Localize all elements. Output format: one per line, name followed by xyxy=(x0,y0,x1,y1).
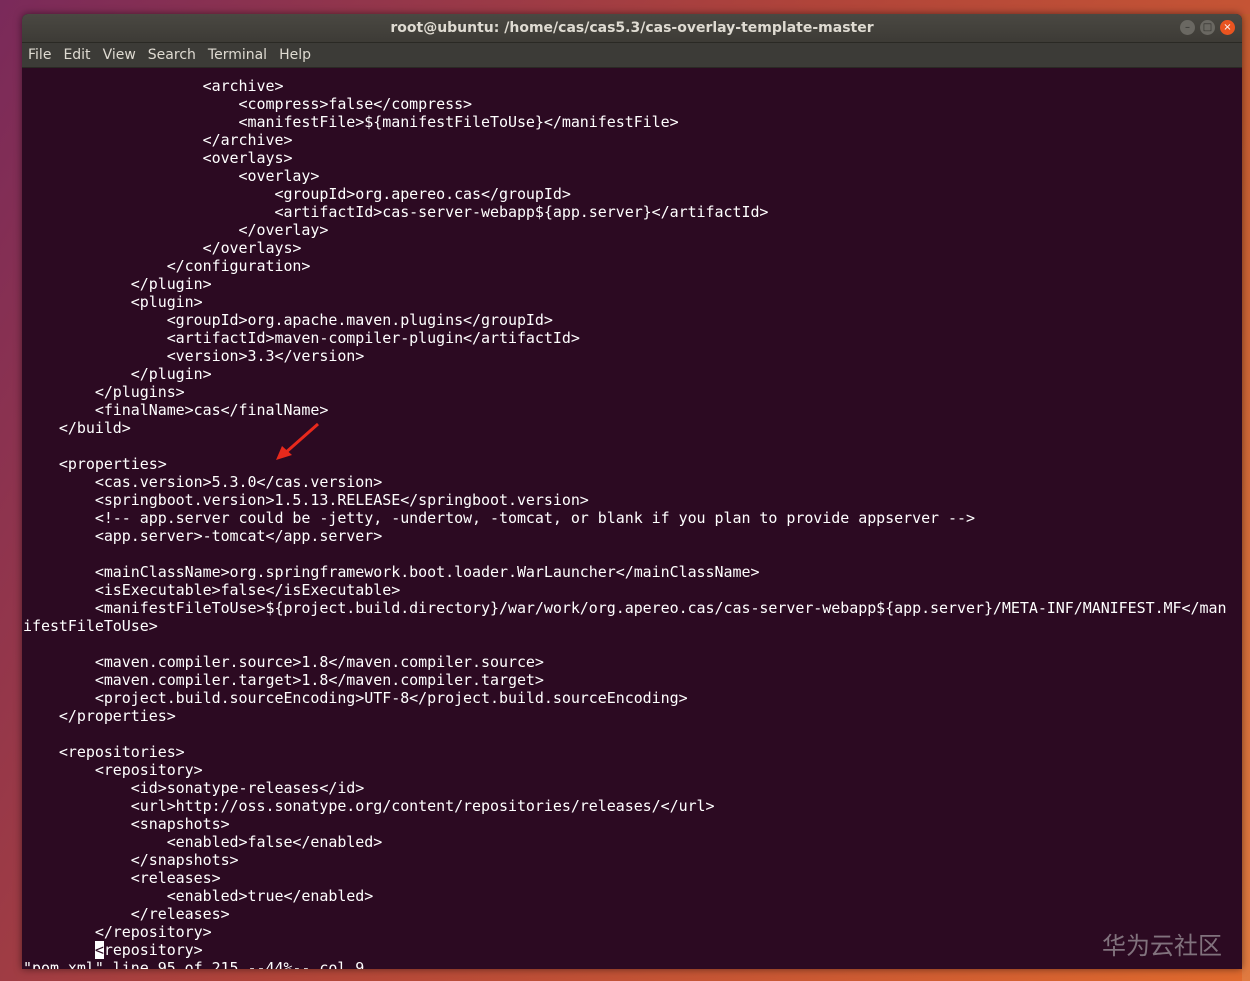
title-bar[interactable]: root@ubuntu: /home/cas/cas5.3/cas-overla… xyxy=(22,14,1242,43)
terminal-line: </snapshots> xyxy=(23,851,239,869)
terminal-line: <maven.compiler.source>1.8</maven.compil… xyxy=(23,653,544,671)
menu-help[interactable]: Help xyxy=(273,43,317,67)
red-arrow-annotation xyxy=(276,422,319,460)
terminal-line: </configuration> xyxy=(23,257,311,275)
terminal-line: <manifestFileToUse>${project.build.direc… xyxy=(23,599,1227,617)
menu-terminal[interactable]: Terminal xyxy=(202,43,273,67)
terminal-line: <!-- app.server could be -jetty, -undert… xyxy=(23,509,975,527)
menu-file[interactable]: File xyxy=(22,43,57,67)
terminal-line: <springboot.version>1.5.13.RELEASE</spri… xyxy=(23,491,589,509)
terminal-line: </plugins> xyxy=(23,383,185,401)
terminal-line: <groupId>org.apache.maven.plugins</group… xyxy=(23,311,553,329)
close-button[interactable]: × xyxy=(1220,20,1235,35)
maximize-button[interactable]: □ xyxy=(1200,20,1215,35)
terminal-line: ifestFileToUse> xyxy=(23,617,158,635)
menu-view[interactable]: View xyxy=(97,43,142,67)
window-title: root@ubuntu: /home/cas/cas5.3/cas-overla… xyxy=(390,20,874,36)
terminal-line: </releases> xyxy=(23,905,230,923)
vim-status-line: "pom.xml" line 95 of 215 --44%-- col 9 xyxy=(23,959,365,969)
terminal-line: <manifestFile>${manifestFileToUse}</mani… xyxy=(23,113,679,131)
terminal-line: <groupId>org.apereo.cas</groupId> xyxy=(23,185,571,203)
terminal-line: </archive> xyxy=(23,131,293,149)
terminal-line: <snapshots> xyxy=(23,815,230,833)
terminal-line: <app.server>-tomcat</app.server> xyxy=(23,527,383,545)
terminal-text-area[interactable]: <archive> <compress>false</compress> <ma… xyxy=(22,69,1242,969)
terminal-line: <mainClassName>org.springframework.boot.… xyxy=(23,563,760,581)
terminal-line: <releases> xyxy=(23,869,221,887)
watermark-text: 华为云社区 xyxy=(1102,932,1222,960)
cursor-line-indent xyxy=(23,941,95,959)
menu-edit[interactable]: Edit xyxy=(57,43,96,67)
terminal-line: <plugin> xyxy=(23,293,203,311)
terminal-line: <overlay> xyxy=(23,167,320,185)
terminal-line: <repositories> xyxy=(23,743,185,761)
terminal-cursor-line: <repository> xyxy=(23,941,203,959)
terminal-line: <url>http://oss.sonatype.org/content/rep… xyxy=(23,797,715,815)
terminal-line: </plugin> xyxy=(23,275,212,293)
terminal-line: <project.build.sourceEncoding>UTF-8</pro… xyxy=(23,689,688,707)
terminal-line: <compress>false</compress> xyxy=(23,95,473,113)
terminal-line: <properties> xyxy=(23,455,167,473)
terminal-line: </plugin> xyxy=(23,365,212,383)
terminal-line: <artifactId>maven-compiler-plugin</artif… xyxy=(23,329,580,347)
terminal-line: <cas.version>5.3.0</cas.version> xyxy=(23,473,383,491)
terminal-line: </overlays> xyxy=(23,239,302,257)
terminal-line: </overlay> xyxy=(23,221,329,239)
terminal-line: <enabled>false</enabled> xyxy=(23,833,383,851)
terminal-line: <enabled>true</enabled> xyxy=(23,887,374,905)
terminal-line: </build> xyxy=(23,419,131,437)
terminal-line: <finalName>cas</finalName> xyxy=(23,401,329,419)
menu-search[interactable]: Search xyxy=(142,43,202,67)
minimize-button[interactable]: – xyxy=(1180,20,1195,35)
terminal-line: <maven.compiler.target>1.8</maven.compil… xyxy=(23,671,544,689)
terminal-window: root@ubuntu: /home/cas/cas5.3/cas-overla… xyxy=(22,14,1242,969)
terminal-line: </properties> xyxy=(23,707,176,725)
terminal-line: </repository> xyxy=(23,923,212,941)
terminal-line: <id>sonatype-releases</id> xyxy=(23,779,365,797)
desktop-background-edge xyxy=(1242,14,1250,981)
terminal-line: <version>3.3</version> xyxy=(23,347,365,365)
menu-bar: File Edit View Search Terminal Help xyxy=(22,43,1242,68)
terminal-line: <archive> xyxy=(23,77,284,95)
terminal-line: <repository> xyxy=(23,761,203,779)
terminal-line: <artifactId>cas-server-webapp${app.serve… xyxy=(23,203,769,221)
text-cursor: < xyxy=(94,941,104,959)
cursor-line-text: repository> xyxy=(103,941,203,959)
terminal-line: <overlays> xyxy=(23,149,293,167)
terminal-line: <isExecutable>false</isExecutable> xyxy=(23,581,401,599)
